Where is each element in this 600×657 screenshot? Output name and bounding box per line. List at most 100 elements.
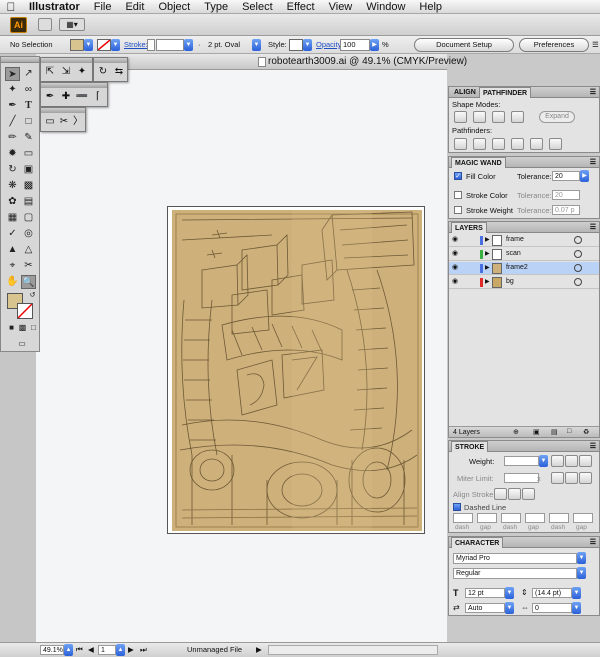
fill-tolerance-dropdown-icon[interactable]: ▶ xyxy=(580,170,589,182)
tab-layers[interactable]: LAYERS xyxy=(451,222,487,233)
weight-field[interactable] xyxy=(504,456,539,466)
visibility-eye-icon[interactable]: ◉ xyxy=(452,278,461,286)
minus-front-button[interactable] xyxy=(473,111,486,123)
bevel-join-button[interactable] xyxy=(579,472,592,484)
none-mode-icon[interactable]: □ xyxy=(26,321,41,335)
visibility-eye-icon[interactable]: ◉ xyxy=(452,250,461,258)
fill-dropdown-icon[interactable]: ▼ xyxy=(84,39,93,51)
sketch-artwork[interactable] xyxy=(172,210,422,531)
kerning-dropdown-icon[interactable]: ▼ xyxy=(505,602,514,614)
exclude-button[interactable] xyxy=(511,111,524,123)
document-setup-button[interactable]: Document Setup xyxy=(414,38,514,52)
stroke-color-box[interactable] xyxy=(17,303,33,319)
visibility-eye-icon[interactable]: ◉ xyxy=(452,264,461,272)
warp-tool-icon[interactable]: ❋ xyxy=(5,179,20,193)
menu-type[interactable]: Type xyxy=(197,1,235,13)
stroke-swatch-none[interactable] xyxy=(97,39,111,51)
miter-limit-field[interactable] xyxy=(504,473,539,483)
tracking-field[interactable]: 0 xyxy=(532,603,572,613)
miter-join-button[interactable] xyxy=(551,472,564,484)
font-style-dropdown-icon[interactable]: ▼ xyxy=(577,567,586,579)
live-paint-tool-icon[interactable]: ▲ xyxy=(5,243,20,257)
free-transform-tool-icon[interactable]: ▩ xyxy=(21,179,36,193)
page-field[interactable]: 1 xyxy=(98,645,116,655)
add-anchor-tool-icon[interactable]: ✚ xyxy=(59,90,73,103)
trim-button[interactable] xyxy=(473,138,486,150)
layer-row[interactable]: ◉ ▶ bg xyxy=(449,276,599,289)
fill-swatch[interactable] xyxy=(70,39,84,51)
gap-2-field[interactable] xyxy=(525,513,545,523)
delete-layer-icon[interactable]: ♻ xyxy=(583,428,589,436)
new-sublayer-icon[interactable]: ▤ xyxy=(551,428,558,436)
stroke-color-checkbox[interactable] xyxy=(454,191,462,199)
tracking-dropdown-icon[interactable]: ▼ xyxy=(572,602,581,614)
expand-triangle-icon[interactable]: ▶ xyxy=(485,264,490,271)
fill-color-checkbox[interactable]: ✓ xyxy=(454,172,462,180)
next-page-icon[interactable]: ▶ xyxy=(128,645,134,654)
opacity-dropdown-icon[interactable]: ▶ xyxy=(370,39,379,51)
zoom-tool-icon[interactable]: 🔍 xyxy=(21,275,36,289)
fill-tolerance-field[interactable]: 20 xyxy=(552,171,580,181)
dash-1-field[interactable] xyxy=(453,513,473,523)
rotate-tool-icon[interactable]: ↻ xyxy=(5,163,20,177)
brush-dropdown-icon[interactable]: ▼ xyxy=(252,39,261,51)
first-page-icon[interactable]: ⏮ xyxy=(76,645,83,655)
menu-file[interactable]: File xyxy=(87,1,119,13)
apple-icon[interactable]:  xyxy=(0,0,22,14)
tearoff-header[interactable] xyxy=(41,108,85,113)
leading-dropdown-icon[interactable]: ▼ xyxy=(572,587,581,599)
font-family-dropdown-icon[interactable]: ▼ xyxy=(577,552,586,564)
lasso-tool-icon[interactable]: ∞ xyxy=(21,83,36,97)
gradient-tool-icon[interactable]: ▢ xyxy=(21,211,36,225)
reflect-tool-icon[interactable]: ⇆ xyxy=(112,65,126,78)
rotate-tearoff-icon[interactable]: ↻ xyxy=(96,65,110,78)
tearoff-header[interactable] xyxy=(94,58,127,63)
layer-name[interactable]: frame2 xyxy=(506,264,528,271)
column-graph-tool-icon[interactable]: ▤ xyxy=(21,195,36,209)
menu-help[interactable]: Help xyxy=(412,1,449,13)
workspace-switcher-icon[interactable]: ▦▾ xyxy=(59,18,85,31)
projecting-cap-button[interactable] xyxy=(579,455,592,467)
stroke-weight-checkbox[interactable] xyxy=(454,206,462,214)
panel-menu-icon[interactable]: ☰ xyxy=(590,223,596,231)
prev-page-icon[interactable]: ◀ xyxy=(88,645,94,654)
crop-button[interactable] xyxy=(511,138,524,150)
screen-mode-icon[interactable]: ▭ xyxy=(13,337,31,351)
layer-target-icon[interactable] xyxy=(574,250,582,258)
zoom-field[interactable]: 49.1% xyxy=(40,645,64,655)
zoom-dropdown-icon[interactable]: ▲ xyxy=(64,644,73,656)
stroke-link[interactable]: Stroke: xyxy=(124,40,148,49)
style-dropdown-icon[interactable]: ▼ xyxy=(303,39,312,51)
new-layer-icon[interactable]: □ xyxy=(567,428,571,435)
convert-anchor-tool-icon[interactable]: ⌈ xyxy=(91,90,105,103)
layer-target-icon[interactable] xyxy=(574,236,582,244)
layer-row[interactable]: ◉ ▶ scan xyxy=(449,248,599,261)
gap-3-field[interactable] xyxy=(573,513,593,523)
dash-3-field[interactable] xyxy=(549,513,569,523)
stroke-weight-field[interactable] xyxy=(156,39,184,51)
panel-menu-icon[interactable]: ☰ xyxy=(590,538,596,546)
unite-button[interactable] xyxy=(454,111,467,123)
visibility-eye-icon[interactable]: ◉ xyxy=(452,236,461,244)
panel-menu-icon[interactable]: ☰ xyxy=(590,158,596,166)
live-paint-selection-tool-icon[interactable]: △ xyxy=(21,243,36,257)
expand-triangle-icon[interactable]: ▶ xyxy=(485,278,490,285)
mesh-tool-icon[interactable]: ▦ xyxy=(5,211,20,225)
pen-tearoff-icon[interactable]: ✒ xyxy=(43,90,57,103)
stroke-tolerance-field[interactable]: 20 xyxy=(552,190,580,200)
pen-tool-icon[interactable]: ✒ xyxy=(5,99,20,113)
blend-tool-icon[interactable]: ◎ xyxy=(21,227,36,241)
menu-effect[interactable]: Effect xyxy=(280,1,322,13)
scissors-tool-icon[interactable]: ✂ xyxy=(57,115,71,128)
direct-select-plus-tool-icon[interactable]: ⇲ xyxy=(59,65,73,78)
tab-pathfinder[interactable]: PATHFINDER xyxy=(479,87,532,98)
bridge-icon[interactable] xyxy=(38,18,52,31)
page-dropdown-icon[interactable]: ▲ xyxy=(116,644,125,656)
opacity-field[interactable]: 100 xyxy=(340,39,370,51)
eraser-tearoff-icon[interactable]: ▭ xyxy=(43,115,57,128)
dash-2-field[interactable] xyxy=(501,513,521,523)
artboard[interactable] xyxy=(167,206,425,534)
dashed-line-checkbox[interactable] xyxy=(453,503,461,511)
tab-character[interactable]: CHARACTER xyxy=(451,537,504,548)
butt-cap-button[interactable] xyxy=(551,455,564,467)
